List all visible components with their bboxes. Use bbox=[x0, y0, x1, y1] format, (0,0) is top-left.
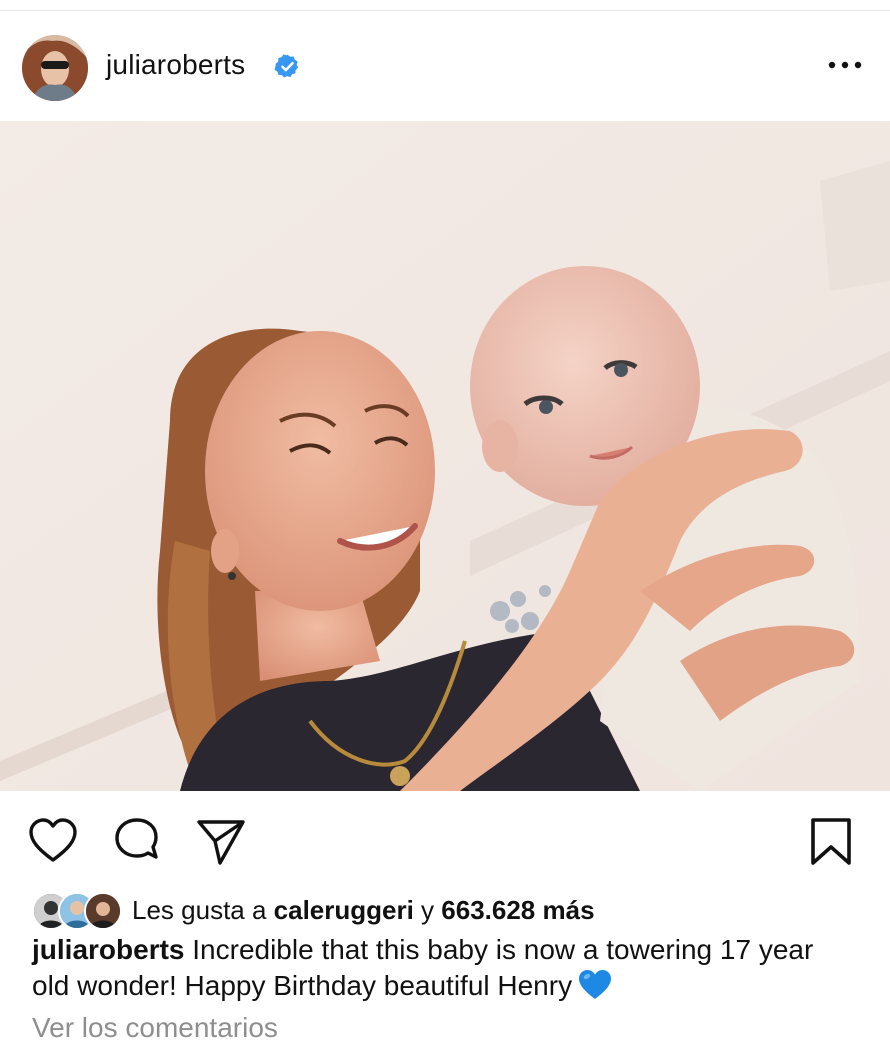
verified-badge-icon bbox=[274, 54, 299, 78]
post-caption: juliaroberts Incredible that this baby i… bbox=[32, 932, 852, 1004]
more-horizontal-icon bbox=[828, 61, 862, 69]
caption-username[interactable]: juliaroberts bbox=[32, 934, 184, 965]
likes-row: Les gusta a caleruggeri y 663.628 más bbox=[32, 890, 872, 930]
more-options-button[interactable] bbox=[822, 47, 868, 83]
liker-avatars[interactable] bbox=[32, 892, 124, 930]
liker-username[interactable]: caleruggeri bbox=[274, 895, 414, 925]
post-actions bbox=[0, 805, 890, 875]
post-username[interactable]: juliaroberts bbox=[106, 49, 245, 81]
bookmark-icon[interactable] bbox=[806, 817, 856, 867]
blue-heart-emoji bbox=[579, 970, 612, 999]
paper-plane-icon[interactable] bbox=[196, 817, 246, 867]
post-photo[interactable] bbox=[0, 121, 890, 791]
post-header: juliaroberts bbox=[0, 11, 890, 121]
likes-text: Les gusta a caleruggeri y 663.628 más bbox=[132, 895, 595, 926]
profile-avatar[interactable] bbox=[22, 35, 88, 101]
likes-connector: y bbox=[413, 894, 442, 925]
likes-prefix: Les gusta a bbox=[132, 894, 274, 925]
comment-bubble-icon[interactable] bbox=[112, 817, 162, 867]
view-comments-link[interactable]: Ver los comentarios bbox=[32, 1012, 278, 1044]
likes-count[interactable]: 663.628 más bbox=[441, 895, 594, 925]
heart-outline-icon[interactable] bbox=[28, 817, 78, 867]
liker-avatar bbox=[84, 892, 122, 930]
